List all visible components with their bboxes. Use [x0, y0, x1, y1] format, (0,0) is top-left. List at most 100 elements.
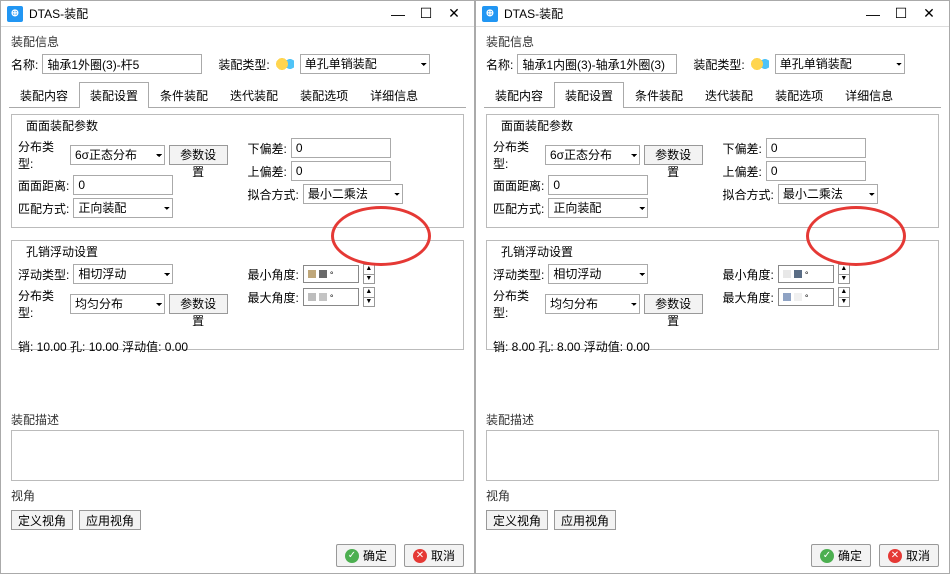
- param-settings-button-2[interactable]: 参数设置: [169, 294, 228, 314]
- define-view-button[interactable]: 定义视角: [11, 510, 73, 530]
- face-dist-label: 面面距离:: [18, 177, 69, 194]
- face-dist-label: 面面距离:: [493, 177, 544, 194]
- tab-0[interactable]: 装配内容: [484, 82, 554, 108]
- dist2-select[interactable]: 均匀分布: [545, 294, 640, 314]
- face-params-title: 面面装配参数: [22, 117, 102, 134]
- dist-type-label: 分布类型:: [18, 138, 66, 172]
- tab-3[interactable]: 迭代装配: [219, 82, 289, 108]
- max-angle-spinner[interactable]: ▲▼: [838, 287, 850, 307]
- check-icon: ✓: [345, 549, 359, 563]
- float-settings-group: 孔销浮动设置 浮动类型: 相切浮动 分布类型: 均匀分布 参数设置 最小角度:: [486, 240, 939, 350]
- apply-view-button[interactable]: 应用视角: [554, 510, 616, 530]
- minimize-button[interactable]: —: [384, 4, 412, 24]
- window-title: DTAS-装配: [504, 5, 859, 22]
- maximize-button[interactable]: ☐: [412, 4, 440, 24]
- param-settings-button[interactable]: 参数设置: [644, 145, 703, 165]
- low-dev-label: 下偏差:: [248, 140, 287, 157]
- fit-label: 拟合方式:: [248, 186, 299, 203]
- face-params-group: 面面装配参数 分布类型: 6σ正态分布 参数设置 面面距离: 匹配方式: 正向装…: [486, 114, 939, 228]
- min-angle-spinner[interactable]: ▲▼: [363, 264, 375, 284]
- info-section-label: 装配信息: [1, 27, 474, 52]
- float-type-label: 浮动类型:: [18, 266, 69, 283]
- minimize-button[interactable]: —: [859, 4, 887, 24]
- min-angle-label: 最小角度:: [248, 266, 299, 283]
- match-label: 匹配方式:: [493, 200, 544, 217]
- max-angle-swatch[interactable]: °: [303, 288, 359, 306]
- up-dev-input[interactable]: [766, 161, 866, 181]
- view-label: 视角: [1, 481, 474, 506]
- dist2-label: 分布类型:: [493, 287, 541, 321]
- float-type-label: 浮动类型:: [493, 266, 544, 283]
- face-params-group: 面面装配参数 分布类型: 6σ正态分布 参数设置 面面距离: 匹配方式: 正向装…: [11, 114, 464, 228]
- info-section-label: 装配信息: [476, 27, 949, 52]
- dist-type-select[interactable]: 6σ正态分布: [545, 145, 640, 165]
- float-settings-title: 孔销浮动设置: [22, 243, 102, 260]
- float-status-line: 销: 8.00 孔: 8.00 浮动值: 0.00: [493, 338, 932, 355]
- up-dev-input[interactable]: [291, 161, 391, 181]
- tab-5[interactable]: 详细信息: [834, 82, 904, 108]
- apply-view-button[interactable]: 应用视角: [79, 510, 141, 530]
- tab-0[interactable]: 装配内容: [9, 82, 79, 108]
- name-label: 名称:: [486, 56, 513, 73]
- assembly-type-select[interactable]: 单孔单销装配: [775, 54, 905, 74]
- cancel-button[interactable]: ✕取消: [879, 544, 939, 567]
- float-status-line: 销: 10.00 孔: 10.00 浮动值: 0.00: [18, 338, 457, 355]
- type-label: 装配类型:: [218, 56, 269, 73]
- desc-label: 装配描述: [476, 405, 949, 430]
- desc-textarea[interactable]: [486, 430, 939, 481]
- max-angle-swatch[interactable]: °: [778, 288, 834, 306]
- param-settings-button[interactable]: 参数设置: [169, 145, 228, 165]
- x-icon: ✕: [888, 549, 902, 563]
- match-select[interactable]: 正向装配: [548, 198, 648, 218]
- min-angle-spinner[interactable]: ▲▼: [838, 264, 850, 284]
- check-icon: ✓: [820, 549, 834, 563]
- match-select[interactable]: 正向装配: [73, 198, 173, 218]
- low-dev-input[interactable]: [291, 138, 391, 158]
- face-params-title: 面面装配参数: [497, 117, 577, 134]
- fit-select[interactable]: 最小二乘法: [778, 184, 878, 204]
- ok-button[interactable]: ✓确定: [336, 544, 396, 567]
- face-dist-input[interactable]: [548, 175, 648, 195]
- desc-textarea[interactable]: [11, 430, 464, 481]
- tab-bar: 装配内容装配设置条件装配迭代装配装配选项详细信息: [484, 82, 941, 108]
- dist-type-label: 分布类型:: [493, 138, 541, 172]
- name-label: 名称:: [11, 56, 38, 73]
- low-dev-input[interactable]: [766, 138, 866, 158]
- up-dev-label: 上偏差:: [723, 163, 762, 180]
- app-icon: ⊕: [482, 6, 498, 22]
- min-angle-label: 最小角度:: [723, 266, 774, 283]
- dist2-label: 分布类型:: [18, 287, 66, 321]
- min-angle-swatch[interactable]: °: [778, 265, 834, 283]
- fit-select[interactable]: 最小二乘法: [303, 184, 403, 204]
- match-label: 匹配方式:: [18, 200, 69, 217]
- close-button[interactable]: ✕: [440, 4, 468, 24]
- param-settings-button-2[interactable]: 参数设置: [644, 294, 703, 314]
- tab-2[interactable]: 条件装配: [149, 82, 219, 108]
- type-label: 装配类型:: [693, 56, 744, 73]
- tab-1[interactable]: 装配设置: [79, 82, 149, 108]
- min-angle-swatch[interactable]: °: [303, 265, 359, 283]
- desc-label: 装配描述: [1, 405, 474, 430]
- float-type-select[interactable]: 相切浮动: [548, 264, 648, 284]
- dist-type-select[interactable]: 6σ正态分布: [70, 145, 165, 165]
- tab-2[interactable]: 条件装配: [624, 82, 694, 108]
- name-input[interactable]: [517, 54, 677, 74]
- define-view-button[interactable]: 定义视角: [486, 510, 548, 530]
- tab-1[interactable]: 装配设置: [554, 82, 624, 108]
- maximize-button[interactable]: ☐: [887, 4, 915, 24]
- cancel-button[interactable]: ✕取消: [404, 544, 464, 567]
- assembly-type-select[interactable]: 单孔单销装配: [300, 54, 430, 74]
- tab-4[interactable]: 装配选项: [764, 82, 834, 108]
- tab-4[interactable]: 装配选项: [289, 82, 359, 108]
- name-input[interactable]: [42, 54, 202, 74]
- fit-label: 拟合方式:: [723, 186, 774, 203]
- tab-3[interactable]: 迭代装配: [694, 82, 764, 108]
- dist2-select[interactable]: 均匀分布: [70, 294, 165, 314]
- x-icon: ✕: [413, 549, 427, 563]
- face-dist-input[interactable]: [73, 175, 173, 195]
- max-angle-spinner[interactable]: ▲▼: [363, 287, 375, 307]
- ok-button[interactable]: ✓确定: [811, 544, 871, 567]
- tab-5[interactable]: 详细信息: [359, 82, 429, 108]
- close-button[interactable]: ✕: [915, 4, 943, 24]
- float-type-select[interactable]: 相切浮动: [73, 264, 173, 284]
